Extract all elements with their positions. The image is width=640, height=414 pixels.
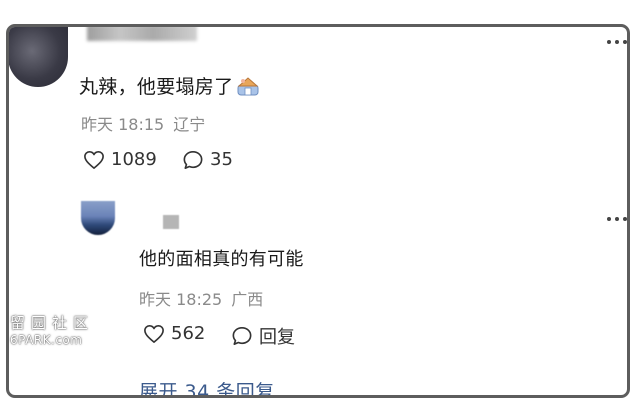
comment-time: 昨天 18:15 <box>81 115 165 134</box>
reply-reply-button[interactable]: 回复 <box>231 323 295 349</box>
expand-replies-link[interactable]: 展开 34 条回复 <box>139 377 275 395</box>
comment-bubble-icon <box>183 150 203 169</box>
reply-location: 广西 <box>231 290 264 309</box>
comment-location: 辽宁 <box>173 115 206 134</box>
comment-text-content: 丸辣，他要塌房了 <box>79 76 234 98</box>
heart-icon <box>84 150 104 169</box>
reply-like-count: 562 <box>171 323 206 344</box>
commenter-avatar[interactable] <box>9 27 68 87</box>
house-emoji-icon <box>235 75 261 97</box>
watermark-cn: 留园社区 <box>10 314 95 332</box>
reply-reply-label: 回复 <box>259 327 295 348</box>
comment-like-count: 1089 <box>111 149 157 170</box>
commenter-name-blurred <box>87 27 197 41</box>
reply-more-dots-icon[interactable] <box>607 215 627 223</box>
watermark: 留园社区 6PARK.com <box>10 312 100 347</box>
watermark-en: 6PARK.com <box>10 333 83 347</box>
comment-reply-count: 35 <box>210 149 233 170</box>
reply-time: 昨天 18:25 <box>139 290 223 309</box>
reply-meta: 昨天 18:25 广西 <box>139 286 263 310</box>
comment-text: 丸辣，他要塌房了 <box>79 72 261 99</box>
reply-text: 他的面相真的有可能 <box>139 249 304 270</box>
reply-name-blurred <box>163 215 179 229</box>
more-dots-icon[interactable] <box>607 38 627 46</box>
reply-avatar[interactable] <box>81 201 115 235</box>
reply-like-button[interactable]: 562 <box>143 323 205 344</box>
comment-reply-button[interactable]: 35 <box>182 149 233 170</box>
comment-bubble-icon <box>232 327 252 345</box>
heart-icon <box>144 324 164 343</box>
comment-like-button[interactable]: 1089 <box>83 149 157 170</box>
comment-meta: 昨天 18:15 辽宁 <box>81 111 205 135</box>
